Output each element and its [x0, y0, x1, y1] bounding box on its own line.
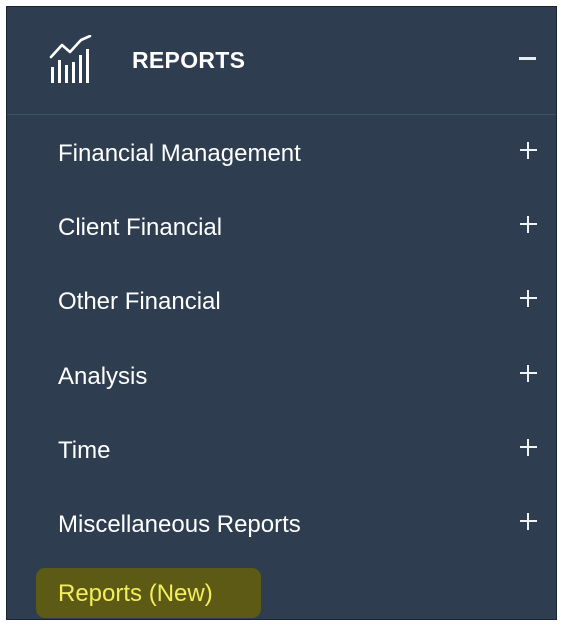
section-title: REPORTS — [132, 47, 246, 73]
plus-icon[interactable] — [520, 216, 537, 233]
menu-item-time[interactable]: Time — [7, 425, 556, 475]
menu-item-client-financial[interactable]: Client Financial — [7, 202, 556, 252]
plus-icon[interactable] — [520, 142, 537, 159]
plus-icon[interactable] — [520, 439, 537, 456]
menu-item-financial-management[interactable]: Financial Management — [7, 128, 556, 178]
menu-item-label: Client Financial — [58, 214, 223, 241]
menu-item-label: Miscellaneous Reports — [58, 511, 301, 538]
plus-icon[interactable] — [520, 290, 537, 307]
reports-section-header[interactable]: REPORTS — [7, 7, 556, 115]
menu-item-label: Other Financial — [58, 288, 221, 315]
plus-icon[interactable] — [520, 365, 537, 382]
menu-item-label: Analysis — [58, 363, 148, 390]
menu-item-reports-new[interactable]: Reports (New) — [7, 568, 556, 618]
minus-icon[interactable] — [519, 57, 536, 60]
reports-sidebar-panel: REPORTS Financial Management Client Fina… — [6, 6, 557, 620]
menu-item-label: Reports (New) — [58, 580, 213, 607]
menu-item-miscellaneous-reports[interactable]: Miscellaneous Reports — [7, 499, 556, 549]
bar-chart-trend-icon — [49, 35, 92, 83]
plus-icon[interactable] — [520, 513, 537, 530]
menu-item-analysis[interactable]: Analysis — [7, 351, 556, 401]
menu-item-label: Financial Management — [58, 140, 301, 167]
menu-item-label: Time — [58, 437, 111, 464]
menu-item-other-financial[interactable]: Other Financial — [7, 276, 556, 326]
